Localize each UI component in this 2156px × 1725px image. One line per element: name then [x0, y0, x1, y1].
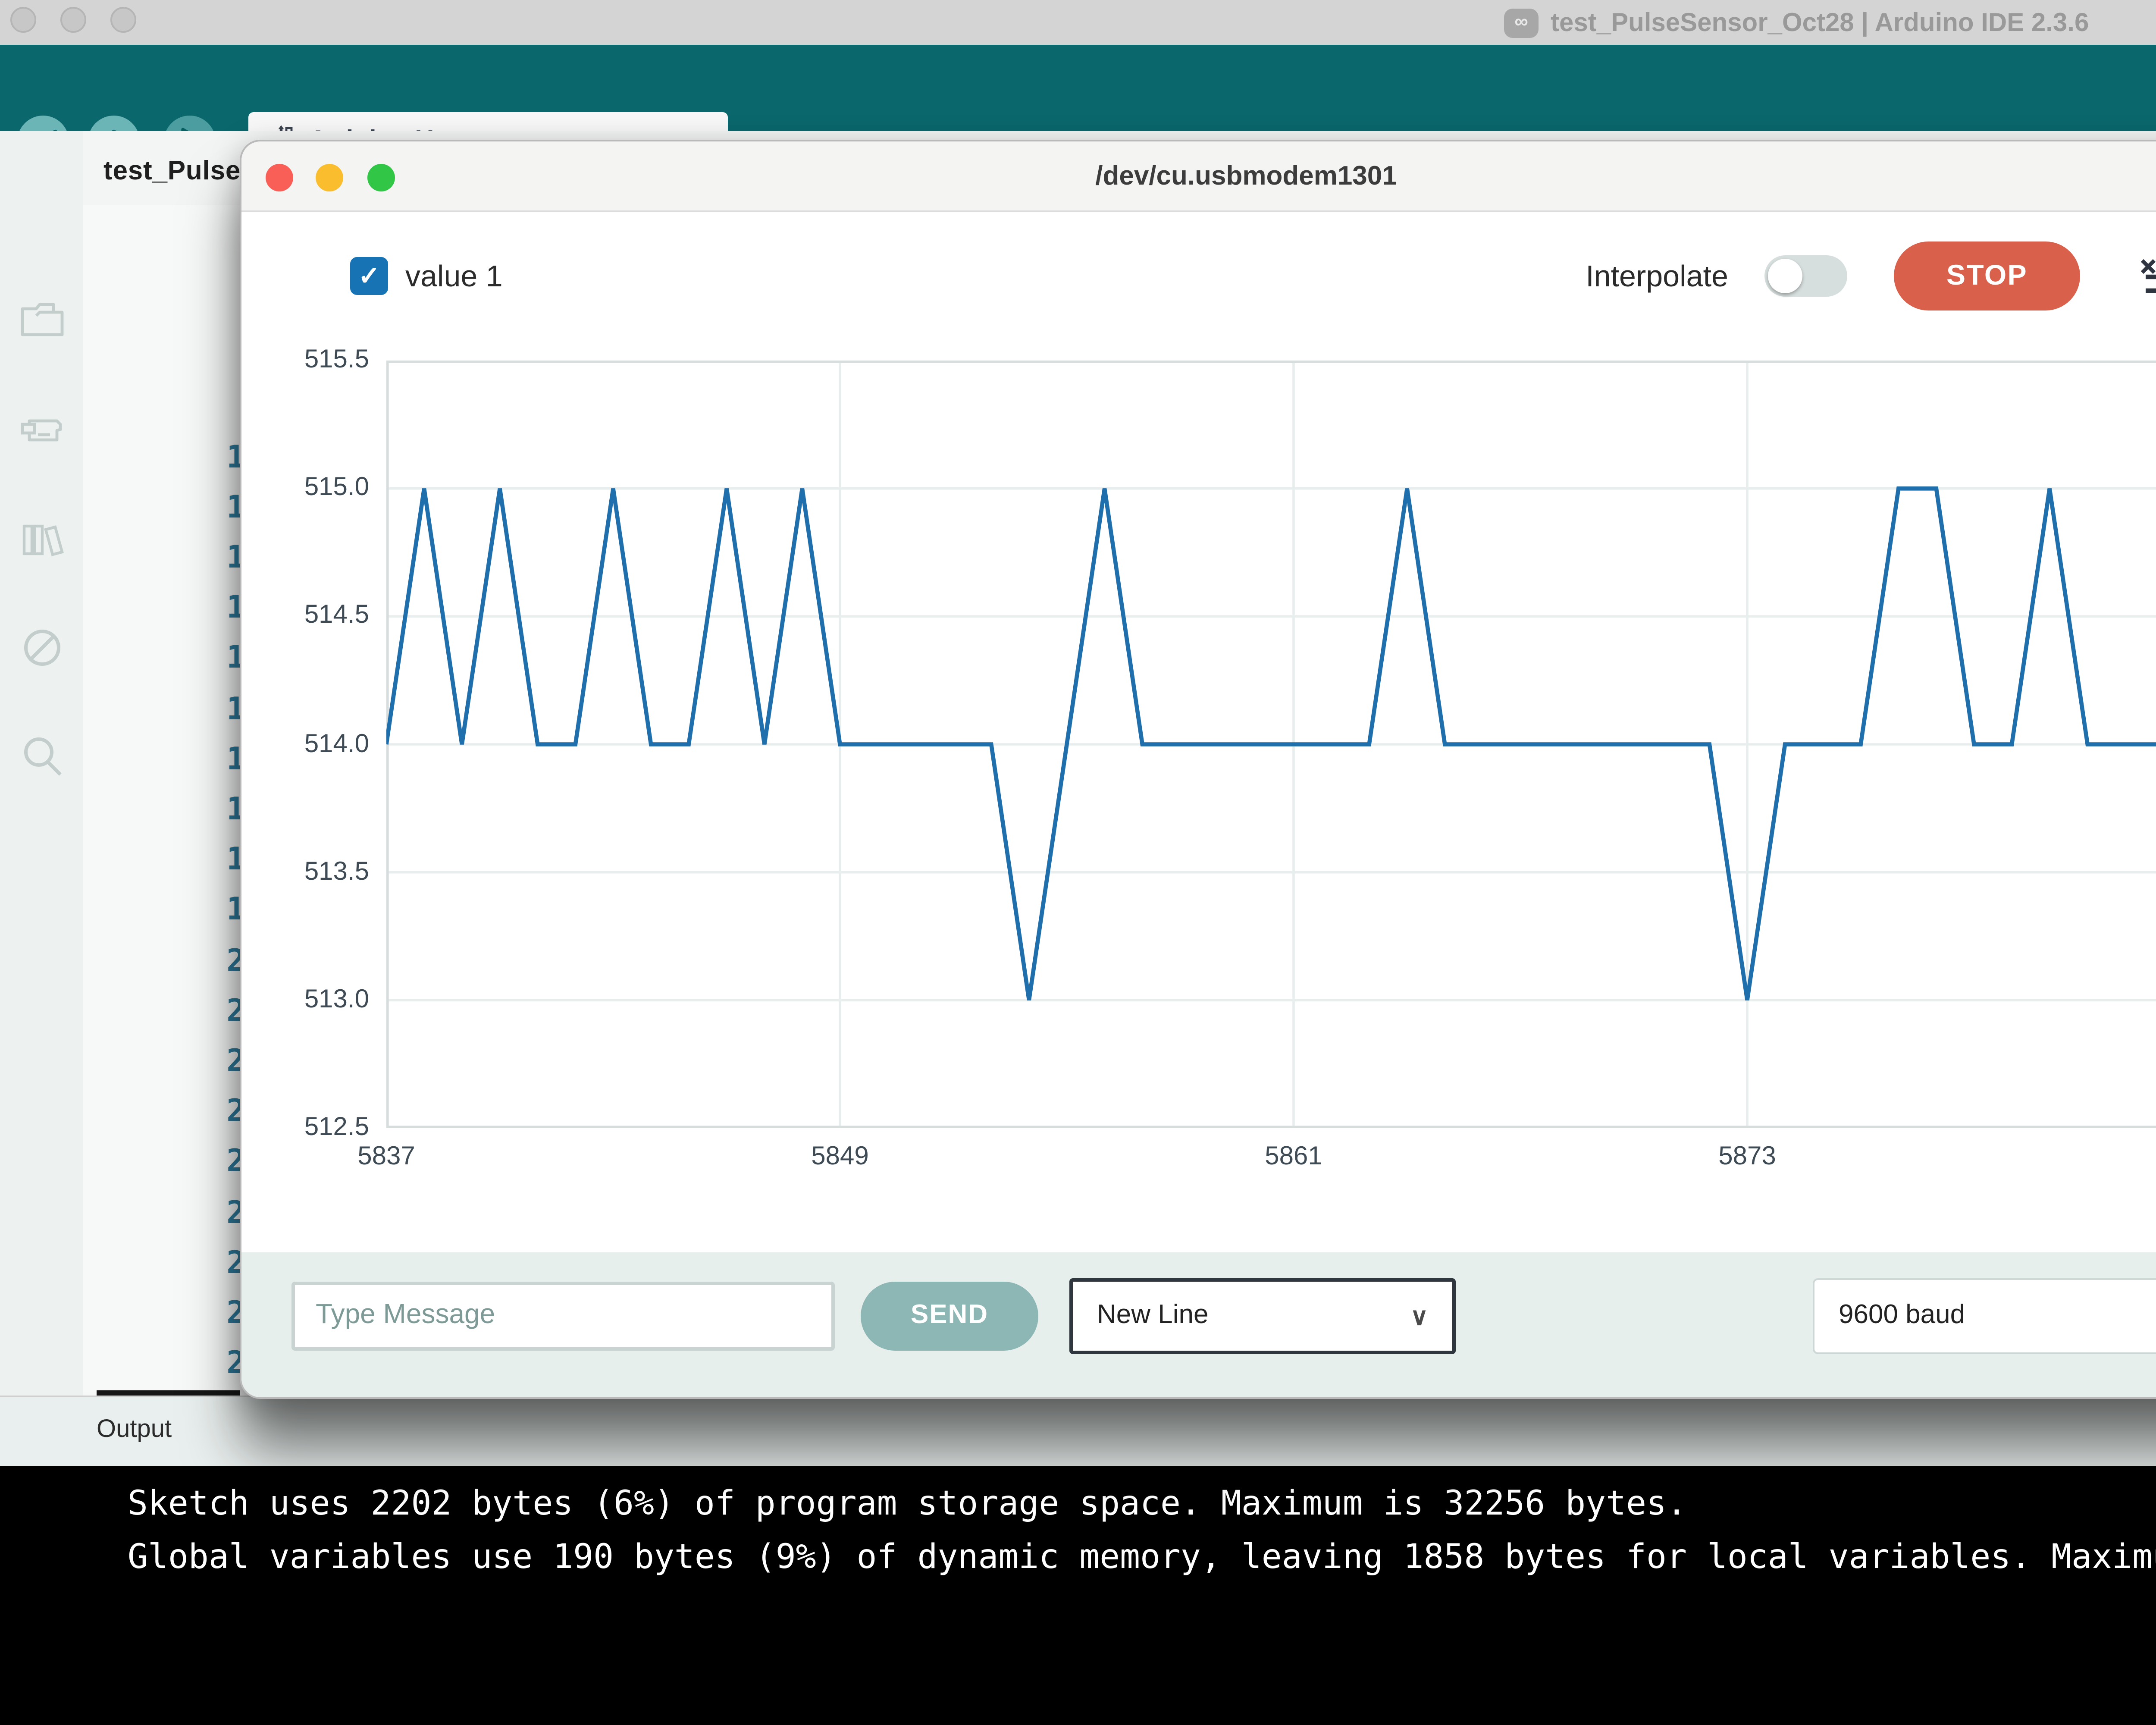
stop-button[interactable]: STOP [1894, 242, 2080, 310]
ide-toolbar: Arduino Uno [0, 45, 2156, 131]
baud-rate-value: 9600 baud [1839, 1301, 1965, 1332]
baud-rate-select[interactable]: 9600 baud ∨ [1813, 1278, 2156, 1354]
window-title-group: ∞ test_PulseSensor_Oct28 | Arduino IDE 2… [1504, 5, 2089, 40]
plotter-bottom-bar: SEND New Line ∨ 9600 baud ∨ [241, 1252, 2156, 1399]
y-tick-label: 513.0 [241, 985, 369, 1016]
zoom-window-icon[interactable] [110, 7, 136, 33]
plotter-titlebar[interactable]: /dev/cu.usbmodem1301 [241, 141, 2156, 212]
interpolate-toggle[interactable] [1764, 255, 1847, 297]
x-tick-label: 5861 [1265, 1142, 1322, 1171]
editor-line-numbers: 5 6 7 8 9 10 11 12 13 14 15 16 17 18 19 20 21 22 23 24 25 26 2… [83, 205, 240, 1392]
line-number: 26 [91, 1247, 240, 1281]
x-axis-labels: 58375849586158735886 [386, 1142, 2156, 1176]
line-number: 12 [91, 542, 240, 576]
interpolate-label: Interpolate [1539, 259, 1728, 295]
clear-output-icon[interactable] [2139, 252, 2156, 298]
line-ending-select[interactable]: New Line ∨ [1069, 1278, 1456, 1354]
y-tick-label: 512.5 [241, 1113, 369, 1144]
series-label: value 1 [405, 259, 503, 295]
chevron-down-icon: ∨ [1410, 1302, 1428, 1331]
sketchbook-folder-icon[interactable] [19, 297, 66, 343]
y-tick-label: 515.0 [241, 473, 369, 504]
line-number: 14 [91, 643, 240, 677]
output-panel-header: Output [0, 1396, 2156, 1466]
console-line: Global variables use 190 bytes (9%) of d… [128, 1530, 2156, 1584]
line-number: 15 [91, 693, 240, 727]
line-number: 13 [91, 592, 240, 627]
x-tick-label: 5837 [357, 1142, 415, 1171]
line-number: 6 [91, 239, 240, 274]
message-input[interactable] [291, 1282, 835, 1351]
macos-titlebar: ∞ test_PulseSensor_Oct28 | Arduino IDE 2… [0, 0, 2156, 45]
serial-plotter-window: /dev/cu.usbmodem1301 ✓ value 1 Interpola… [240, 140, 2156, 1399]
activity-sidebar [0, 131, 83, 1397]
compile-console: Sketch uses 2202 bytes (6%) of program s… [0, 1466, 2156, 1725]
y-tick-label: 514.0 [241, 729, 369, 760]
line-number: 17 [91, 794, 240, 828]
line-number: 8 [91, 340, 240, 375]
console-line: Sketch uses 2202 bytes (6%) of program s… [128, 1477, 2156, 1530]
arduino-ide-screen: ∞ test_PulseSensor_Oct28 | Arduino IDE 2… [0, 0, 2156, 1725]
line-number: 9 [91, 391, 240, 425]
x-tick-label: 5849 [811, 1142, 869, 1171]
line-ending-value: New Line [1097, 1301, 1209, 1332]
close-icon[interactable] [266, 164, 293, 191]
library-manager-icon[interactable] [19, 516, 66, 562]
line-number: 28 [91, 1348, 240, 1382]
plotter-window-title: /dev/cu.usbmodem1301 [241, 141, 2156, 212]
line-number: 11 [91, 491, 240, 526]
minimize-window-icon[interactable] [60, 7, 86, 33]
maximize-icon[interactable] [367, 164, 395, 191]
window-title: test_PulseSensor_Oct28 | Arduino IDE 2.3… [1551, 8, 2089, 37]
search-icon[interactable] [19, 733, 66, 780]
close-window-icon[interactable] [10, 7, 36, 33]
line-number: 5 [91, 205, 240, 223]
x-tick-label: 5873 [1718, 1142, 1776, 1171]
line-number: 19 [91, 894, 240, 929]
line-chart [386, 361, 2156, 1128]
line-number: 24 [91, 1146, 240, 1181]
tab-sketch[interactable]: test_Pulse [103, 157, 241, 188]
boards-manager-icon[interactable] [19, 407, 66, 454]
line-number: 22 [91, 1045, 240, 1080]
line-number: 16 [91, 743, 240, 778]
editor-output-divider [97, 1390, 240, 1396]
y-axis-labels: 515.5515.0514.5514.0513.5513.0512.5 [241, 361, 369, 1128]
y-tick-label: 515.5 [241, 345, 369, 376]
line-number: 10 [91, 441, 240, 475]
arduino-logo-icon: ∞ [1504, 8, 1539, 37]
minimize-icon[interactable] [316, 164, 343, 191]
y-tick-label: 514.5 [241, 601, 369, 632]
line-number: 23 [91, 1096, 240, 1130]
output-tab-label[interactable]: Output [97, 1416, 172, 1444]
send-button[interactable]: SEND [861, 1282, 1038, 1351]
y-tick-label: 513.5 [241, 857, 369, 888]
line-number: 21 [91, 995, 240, 1029]
line-number: 27 [91, 1297, 240, 1332]
line-number: 25 [91, 1196, 240, 1231]
series-checkbox[interactable]: ✓ [350, 257, 388, 295]
line-number: 7 [91, 290, 240, 324]
toggle-knob [1768, 259, 1802, 293]
line-number: 18 [91, 844, 240, 878]
debug-icon[interactable] [19, 624, 66, 671]
line-number: 20 [91, 944, 240, 979]
